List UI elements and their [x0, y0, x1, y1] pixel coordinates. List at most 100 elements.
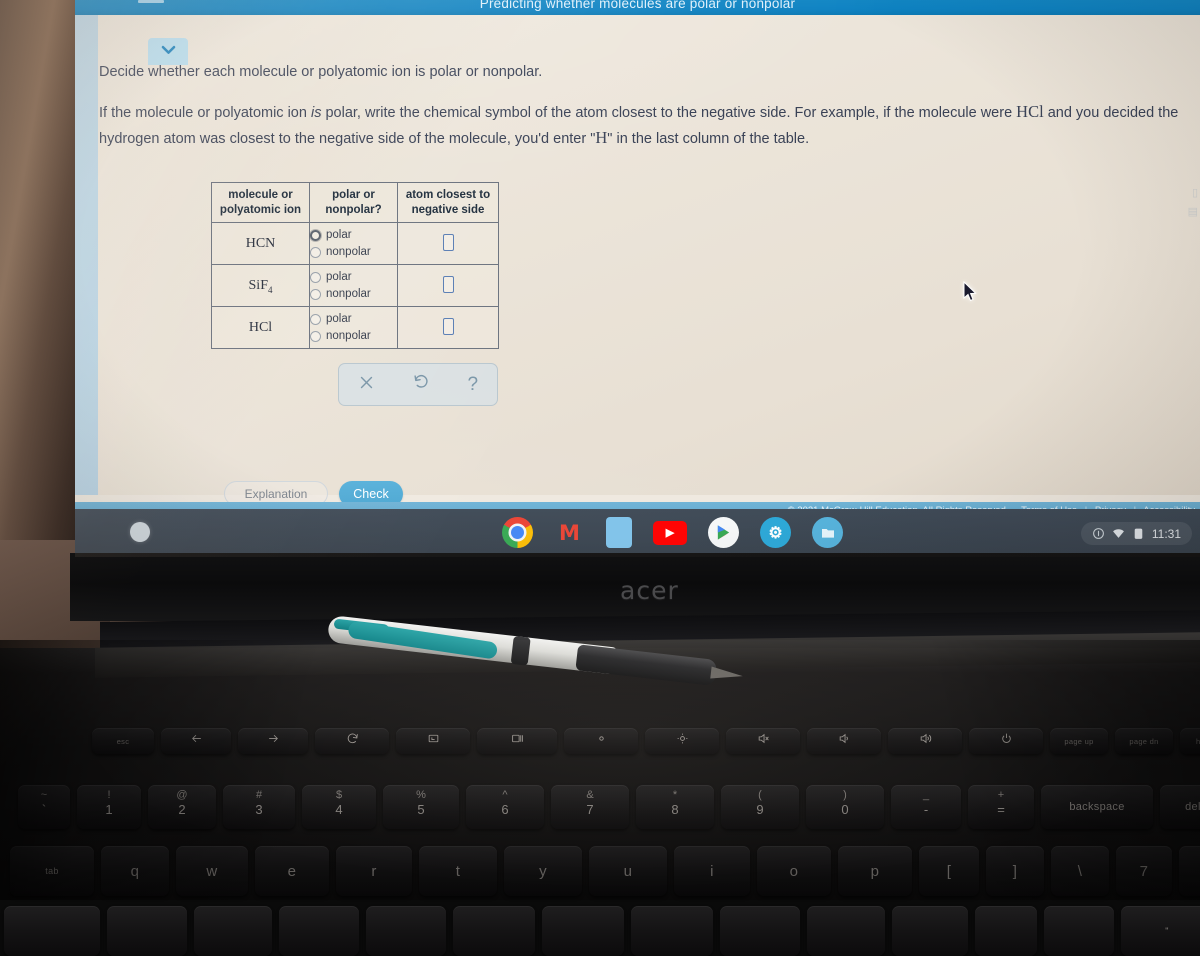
key-page-dn[interactable]: page dn [1115, 728, 1173, 754]
key-=[interactable]: + = [968, 785, 1034, 829]
key--[interactable]: _ - [891, 785, 961, 829]
radio-option-polar[interactable]: polar [310, 269, 397, 286]
radio-button-nonpolar[interactable] [310, 330, 321, 342]
key-bottom-1[interactable] [107, 906, 187, 956]
key-esc[interactable]: esc [92, 728, 154, 754]
key-9[interactable]: (9 [721, 785, 799, 829]
key-o[interactable]: o [757, 846, 831, 896]
radio-option-polar[interactable]: polar [310, 311, 397, 328]
launcher-circle-icon[interactable] [130, 522, 150, 542]
key-\[interactable]: \ [1051, 846, 1109, 896]
key-[[interactable]: [ [919, 846, 979, 896]
files-icon[interactable] [812, 517, 843, 548]
key-volume-up-icon[interactable] [888, 728, 962, 754]
key-t[interactable]: t [419, 846, 497, 896]
key-tab[interactable]: tab [10, 846, 94, 896]
mouse-pointer-icon [963, 280, 979, 308]
col-header-atom-l2: negative side [411, 203, 485, 216]
key-delete[interactable]: delete [1160, 785, 1200, 829]
key-volume-down-icon[interactable] [807, 728, 881, 754]
key-back-arrow-icon[interactable] [161, 728, 231, 754]
key-bottom-7[interactable] [631, 906, 713, 956]
key-6[interactable]: ^ 6 [466, 785, 544, 829]
undo-arrow-icon[interactable] [413, 374, 430, 396]
radio-option-nonpolar[interactable]: nonpolar [310, 328, 397, 345]
key-fullscreen-icon[interactable] [396, 728, 470, 754]
key-power-icon[interactable] [969, 728, 1043, 754]
key-w[interactable]: w [176, 846, 248, 896]
system-tray[interactable]: 11:31 [1080, 522, 1192, 545]
key-bottom-2[interactable] [194, 906, 272, 956]
youtube-icon[interactable]: ▶ [653, 520, 687, 545]
key-overview-windows-icon[interactable] [477, 728, 557, 754]
key-4[interactable]: $4 [302, 785, 376, 829]
key-`[interactable]: ~ ` [18, 785, 70, 829]
key-i[interactable]: i [674, 846, 750, 896]
key-p[interactable]: p [838, 846, 912, 896]
key-bottom-11[interactable] [975, 906, 1037, 956]
key-7[interactable]: 7 [1116, 846, 1172, 896]
key-bottom-0[interactable] [4, 906, 100, 956]
chrome-icon[interactable] [502, 517, 533, 548]
atom-answer-input[interactable] [442, 317, 454, 335]
key-q[interactable]: q [101, 846, 169, 896]
key-y[interactable]: y [504, 846, 582, 896]
key-bottom-9[interactable] [807, 906, 885, 956]
key-u[interactable]: u [589, 846, 667, 896]
key-bottom-8[interactable] [720, 906, 800, 956]
key-][interactable]: ] [986, 846, 1044, 896]
gmail-icon[interactable]: M [554, 517, 585, 548]
key-mute-icon[interactable] [726, 728, 800, 754]
key-reload-icon[interactable] [315, 728, 389, 754]
radio-button-polar[interactable] [310, 229, 321, 241]
key-home[interactable]: home [1180, 728, 1200, 754]
key-bottom-5[interactable] [453, 906, 535, 956]
play-store-icon[interactable] [708, 517, 739, 548]
key-8[interactable]: 8 [1179, 846, 1200, 896]
table-header-row: molecule or polyatomic ion polar or nonp… [211, 181, 499, 224]
key-bottom-10[interactable] [892, 906, 968, 956]
key-5[interactable]: % 5 [383, 785, 459, 829]
atom-answer-input[interactable] [442, 233, 454, 251]
key-brightness-down-icon[interactable] [564, 728, 638, 754]
key-bottom-13[interactable]: " [1121, 906, 1200, 956]
key-bottom-4[interactable] [366, 906, 446, 956]
radio-button-polar[interactable] [310, 313, 321, 325]
key-brightness-up-icon[interactable] [645, 728, 719, 754]
key-forward-arrow-icon[interactable] [238, 728, 308, 754]
instruction-line-1: Decide whether each molecule or polyatom… [99, 64, 543, 80]
radio-option-polar[interactable]: polar [310, 227, 397, 244]
radio-button-nonpolar[interactable] [310, 246, 321, 258]
key-bottom-12[interactable] [1044, 906, 1114, 956]
atom-answer-input[interactable] [442, 275, 454, 293]
key-8[interactable]: * 8 [636, 785, 714, 829]
key-shift-label: * [672, 789, 678, 801]
radio-button-polar[interactable] [310, 271, 321, 283]
collapse-toggle-button[interactable] [148, 38, 188, 65]
key-page-up[interactable]: page up [1050, 728, 1108, 754]
key-label: page dn [1129, 736, 1159, 746]
molecule-formula-cell: SiF4 [211, 264, 310, 308]
pen-ring [510, 635, 531, 666]
atom-answer-cell [397, 264, 499, 308]
key-e[interactable]: e [255, 846, 329, 896]
key-3[interactable]: #3 [223, 785, 295, 829]
help-question-icon[interactable]: ? [467, 374, 478, 396]
key-7[interactable]: & 7 [551, 785, 629, 829]
radio-option-nonpolar[interactable]: nonpolar [310, 244, 397, 261]
key-bottom-6[interactable] [542, 906, 624, 956]
close-x-icon[interactable] [358, 374, 375, 396]
key-shift-label: % [416, 789, 426, 801]
key-backspace[interactable]: backspace [1041, 785, 1153, 829]
key-label: esc [116, 736, 130, 746]
key-r[interactable]: r [336, 846, 412, 896]
docs-icon[interactable] [606, 517, 632, 548]
radio-button-nonpolar[interactable] [310, 288, 321, 300]
key-bottom-3[interactable] [279, 906, 359, 956]
radio-option-nonpolar[interactable]: nonpolar [310, 286, 397, 303]
settings-gear-icon[interactable]: ⚙ [760, 517, 791, 548]
key-1[interactable]: ! 1 [77, 785, 141, 829]
key-0[interactable]: ) 0 [806, 785, 884, 829]
key-2[interactable]: @2 [148, 785, 216, 829]
key-label: ] [1012, 862, 1018, 880]
